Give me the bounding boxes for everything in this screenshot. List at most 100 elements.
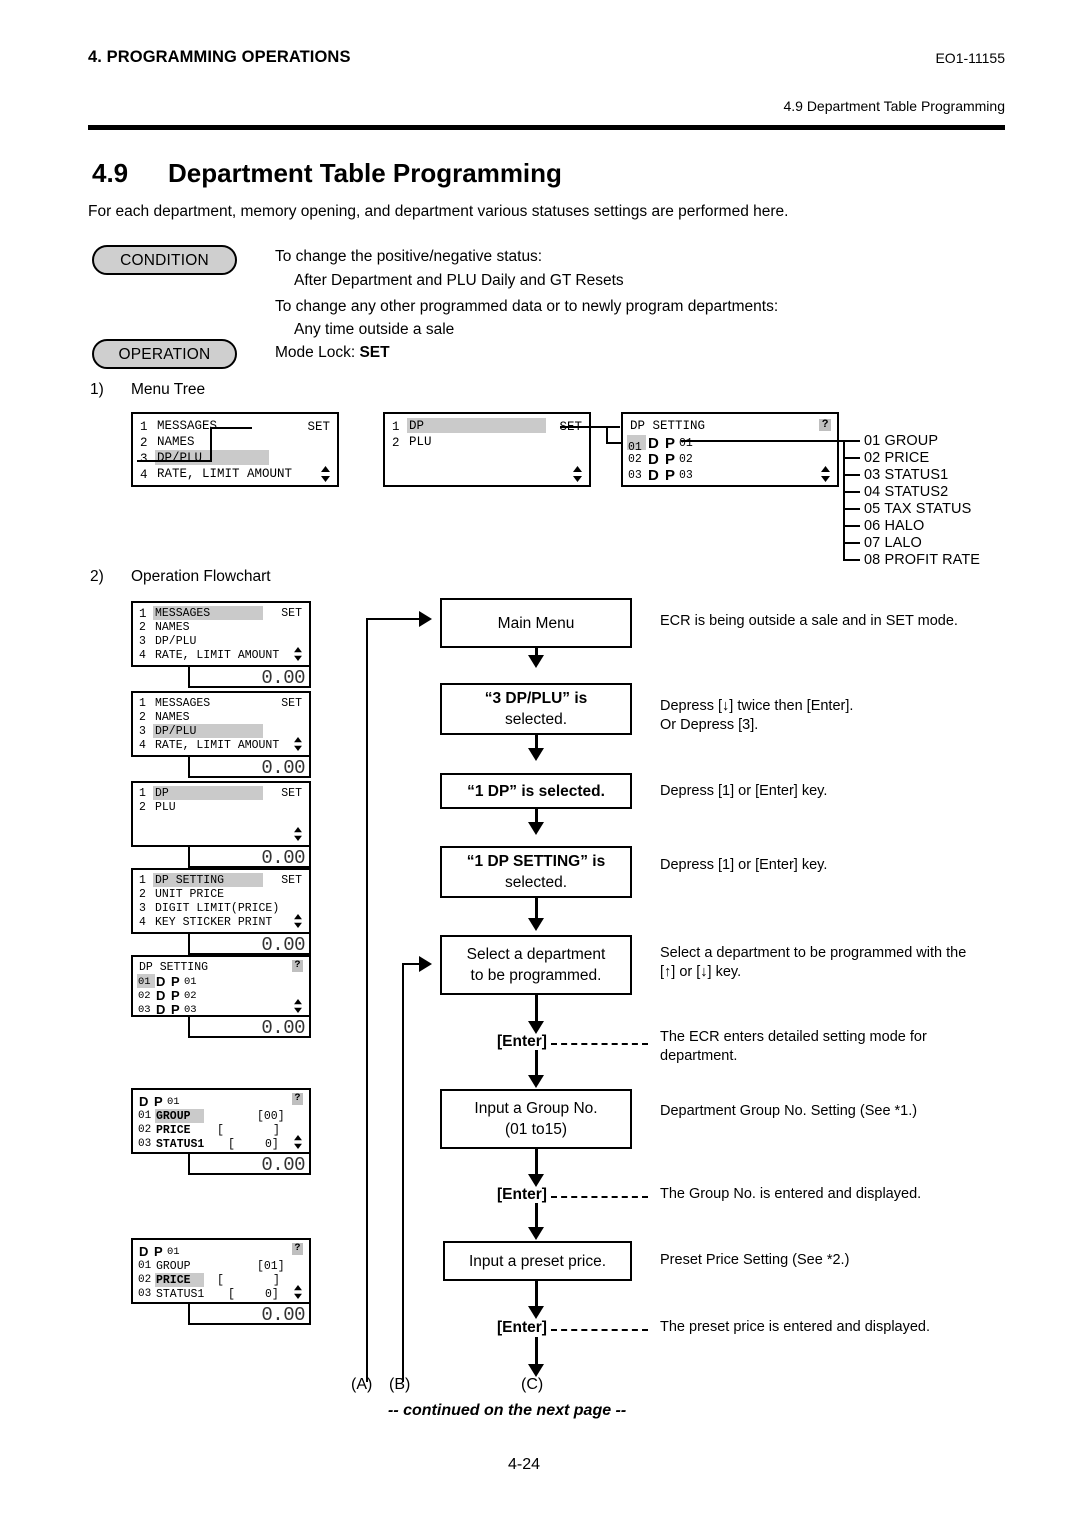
lcd-panel-detail-group: D P 01 ? 01 GROUP [00] 02 PRICE [ ] 03 S… <box>131 1088 311 1154</box>
row-highlight <box>407 418 546 433</box>
row-label: PRICE <box>156 1274 191 1287</box>
row-text: RATE, LIMIT AMOUNT <box>157 467 293 481</box>
scroll-updown-icon <box>294 1135 302 1149</box>
flow-line <box>535 898 538 919</box>
row-index: 2 <box>392 436 400 450</box>
flow-box-text: Input a Group No. <box>474 1100 598 1117</box>
flow-dash-connector <box>551 1196 648 1198</box>
row-text: MESSAGES <box>155 697 211 710</box>
lcd-panel-main-menu: 1 MESSAGES 2 NAMES 3 DP/PLU 4 RATE, LIMI… <box>131 601 311 667</box>
feedback-line-a <box>366 618 422 620</box>
screen-title-suffix: 01 <box>167 1096 180 1108</box>
chapter-heading: 4. PROGRAMMING OPERATIONS <box>88 48 351 66</box>
row-text: DP SETTING <box>155 874 225 887</box>
help-indicator: ? <box>291 960 303 972</box>
row-text: NAMES <box>155 621 190 634</box>
tree-connector <box>560 426 620 428</box>
branch-connector <box>843 457 860 459</box>
flow-box-text-2: selected. <box>504 711 568 728</box>
note-select-department: Select a department to be programmed wit… <box>660 945 967 980</box>
row-bracket-open: [ <box>217 1124 224 1137</box>
branch-connector <box>843 474 860 476</box>
branch-connector <box>843 440 860 442</box>
mode-indicator: SET <box>281 787 302 800</box>
flow-box-text: Select a department <box>466 946 606 963</box>
flow-box-text: “1 DP SETTING” is <box>466 853 606 870</box>
branch-connector <box>681 440 844 442</box>
row-index: 03 <box>138 1004 151 1016</box>
branch-connector <box>843 559 860 561</box>
row-index: 3 <box>140 452 148 466</box>
row-bracket-close: ] <box>273 1124 280 1137</box>
tree-connector <box>210 428 212 462</box>
flow-line <box>535 735 538 749</box>
continued-note: -- continued on the next page -- <box>388 1402 627 1419</box>
feedback-arrow-b <box>419 956 432 972</box>
row-value: [00] <box>257 1110 285 1123</box>
flow-arrow-down <box>528 918 544 931</box>
lcd-panel-dp: 1 DP 2 PLU SET <box>131 781 311 847</box>
scroll-updown-icon <box>294 914 302 928</box>
flow-arrow-down <box>528 1306 544 1319</box>
page-title: Department Table Programming <box>168 158 562 188</box>
row-index: 02 <box>138 1274 152 1286</box>
row-index: 4 <box>139 916 146 929</box>
flowchart-label: Operation Flowchart <box>131 568 271 585</box>
tree-connector <box>210 427 252 429</box>
menu-tree-number: 1) <box>90 381 104 398</box>
screen-title: DP SETTING <box>139 961 209 974</box>
row-suffix: 02 <box>679 453 693 466</box>
row-text: MESSAGES <box>155 607 211 620</box>
branch-item-price: 02 PRICE <box>864 450 930 466</box>
menutree-screen-main: 1 MESSAGES 2 NAMES 3 DP/PLU 4 RATE, LIMI… <box>131 412 339 487</box>
row-index: 3 <box>139 902 146 915</box>
feedback-arrow-a <box>419 611 432 627</box>
connector-label-a: (A) <box>351 1376 373 1393</box>
feedback-line-b <box>402 963 404 1382</box>
branch-item-lalo: 07 LALO <box>864 535 922 551</box>
tree-connector <box>137 460 212 462</box>
help-indicator: ? <box>819 419 831 431</box>
mode-indicator: SET <box>281 874 302 887</box>
row-text: D P <box>156 1002 181 1017</box>
help-indicator: ? <box>291 1093 303 1105</box>
help-indicator: ? <box>291 1243 303 1255</box>
row-index: 2 <box>139 801 146 814</box>
row-text: MESSAGES <box>157 419 218 433</box>
connector-label-b: (B) <box>389 1376 411 1393</box>
running-head: 4.9 Department Table Programming <box>783 98 1005 114</box>
flow-box-text: “3 DP/PLU” is <box>484 690 588 707</box>
row-index: 02 <box>628 453 642 466</box>
lcd-panel-detail-price: D P 01 ? 01 GROUP [01] 02 PRICE [ ] 03 S… <box>131 1238 311 1304</box>
tree-connector <box>606 426 608 443</box>
branch-item-group: 01 GROUP <box>864 433 939 449</box>
lcd-subtotal: 0.00 <box>188 934 311 956</box>
flow-box-text: Input a preset price. <box>469 1252 606 1270</box>
screen-title: DP SETTING <box>630 419 706 433</box>
scroll-updown-icon <box>294 737 302 751</box>
mode-indicator: SET <box>281 607 302 620</box>
row-text: DP/PLU <box>155 635 197 648</box>
mode-indicator: SET <box>281 697 302 710</box>
scroll-updown-icon <box>294 827 302 841</box>
note-enter-detail-mode: The ECR enters detailed setting mode for… <box>660 1029 927 1064</box>
condition-line-4: Any time outside a sale <box>294 321 455 338</box>
branch-connector <box>843 525 860 527</box>
row-index: 2 <box>139 888 146 901</box>
row-index: 03 <box>138 1138 152 1150</box>
menutree-screen-dp: 1 DP 2 PLU SET <box>383 412 591 487</box>
row-index: 2 <box>140 436 148 450</box>
section-number: 4.9 <box>92 158 129 188</box>
flow-box-text-2: to be programmed. <box>470 967 602 984</box>
lcd-panel-dp-list: DP SETTING ? 01 D P 01 02 D P 02 03 D P … <box>131 955 311 1017</box>
lcd-subtotal: 0.00 <box>188 1154 311 1176</box>
condition-line-2: After Department and PLU Daily and GT Re… <box>294 272 624 289</box>
branch-item-status1: 03 STATUS1 <box>864 467 949 483</box>
row-index: 1 <box>139 697 146 710</box>
row-value: 0] <box>265 1138 279 1151</box>
row-text: DP/PLU <box>155 725 197 738</box>
row-value: [01] <box>257 1260 285 1273</box>
flow-arrow-down <box>528 1075 544 1088</box>
row-index: 03 <box>628 469 642 482</box>
row-index: 1 <box>392 420 400 434</box>
